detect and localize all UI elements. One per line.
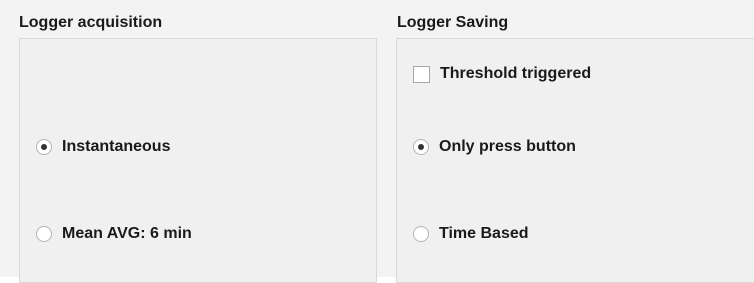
time-based-radio-button[interactable]: [413, 226, 429, 242]
only-press-button-radio-button[interactable]: [413, 139, 429, 155]
mean-avg-label: Mean AVG: 6 min: [62, 225, 192, 242]
logger-saving-title: Logger Saving: [397, 14, 509, 31]
threshold-triggered-checkbox[interactable]: [413, 65, 430, 83]
radio-selected-dot-icon: [418, 144, 424, 150]
only-press-button-label: Only press button: [439, 138, 576, 155]
instantaneous-radio-option[interactable]: Instantaneous: [36, 138, 170, 156]
logger-acquisition-title: Logger acquisition: [19, 14, 163, 31]
time-based-label: Time Based: [439, 225, 529, 242]
threshold-triggered-label: Threshold triggered: [440, 65, 592, 82]
instantaneous-radio-button[interactable]: [36, 139, 52, 155]
logger-acquisition-group: [19, 38, 377, 283]
instantaneous-label: Instantaneous: [62, 138, 171, 155]
time-based-radio-option[interactable]: Time Based: [413, 225, 529, 243]
radio-selected-dot-icon: [41, 144, 47, 150]
only-press-button-radio-option[interactable]: Only press button: [413, 138, 576, 156]
mean-avg-radio-option[interactable]: Mean AVG: 6 min: [36, 225, 192, 243]
threshold-triggered-checkbox-option[interactable]: Threshold triggered: [413, 65, 591, 83]
mean-avg-radio-button[interactable]: [36, 226, 52, 242]
